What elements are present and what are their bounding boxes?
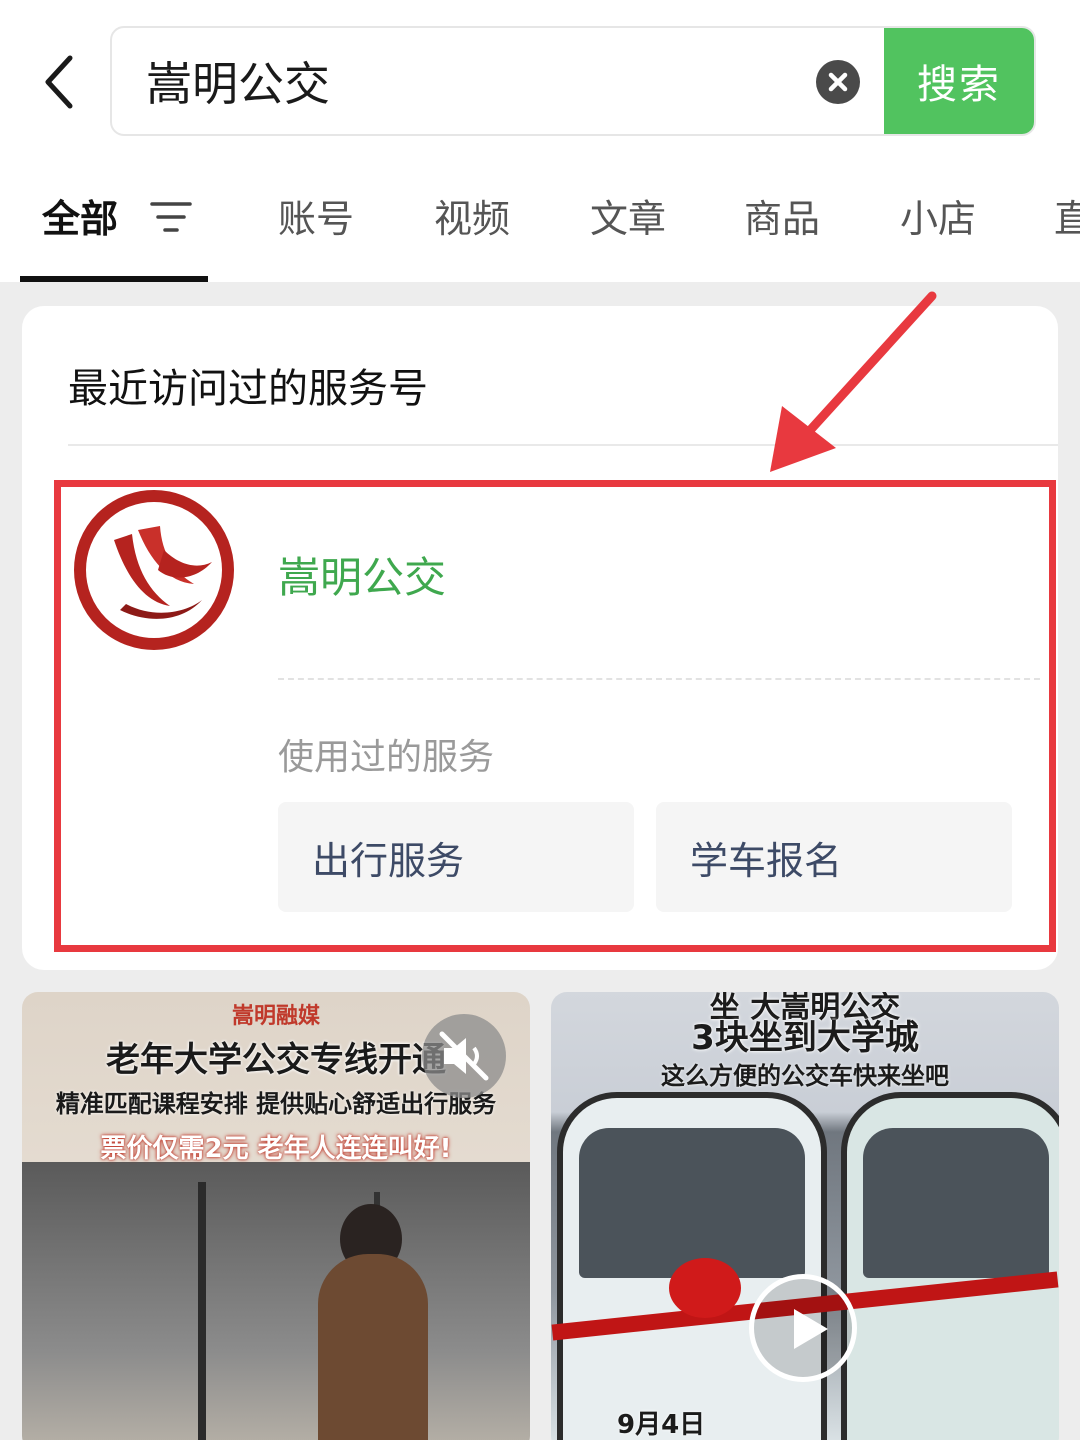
back-chevron-icon[interactable] [36, 50, 96, 114]
play-icon[interactable] [749, 1274, 857, 1382]
video-card-right[interactable]: 坐 大嵩明公交 3块坐到大学城 这么方便的公交车快来坐吧 9月4日 [551, 992, 1059, 1440]
video-date: 9月4日 [617, 1410, 706, 1440]
search-input[interactable] [146, 28, 786, 134]
tab-products[interactable]: 商品 [744, 188, 820, 243]
video-tagline: 票价仅需2元 老年人连连叫好! [100, 1134, 452, 1164]
tab-accounts[interactable]: 账号 [278, 188, 354, 243]
bus-front [841, 1092, 1059, 1440]
red-bow [669, 1258, 741, 1318]
tab-all[interactable]: 全部 [42, 188, 118, 243]
passenger [318, 1254, 428, 1440]
header: 搜索 全部 账号 视频 文章 商品 小店 直 [0, 0, 1080, 282]
bus-door [198, 1182, 206, 1440]
search-button[interactable]: 搜索 [884, 28, 1034, 134]
search-box: 搜索 [110, 26, 1036, 136]
tab-live[interactable]: 直 [1054, 188, 1080, 243]
active-tab-indicator [20, 276, 208, 282]
filter-icon[interactable] [150, 200, 192, 236]
video-card-left[interactable]: 嵩明融媒 老年大学公交专线开通 精准匹配课程安排 提供贴心舒适出行服务 票价仅需… [22, 992, 530, 1440]
red-arrow-icon [760, 288, 950, 478]
tab-videos[interactable]: 视频 [434, 188, 510, 243]
highlight-box [54, 480, 1056, 952]
close-circle-icon[interactable] [816, 60, 860, 104]
tab-shops[interactable]: 小店 [900, 188, 976, 243]
volume-mute-icon[interactable] [422, 1014, 506, 1098]
tab-bar: 全部 账号 视频 文章 商品 小店 直 [0, 178, 1080, 258]
video-title: 3块坐到大学城 [691, 1018, 919, 1058]
tab-articles[interactable]: 文章 [590, 188, 666, 243]
video-subtitle: 这么方便的公交车快来坐吧 [661, 1062, 949, 1090]
card-title: 最近访问过的服务号 [68, 366, 428, 412]
